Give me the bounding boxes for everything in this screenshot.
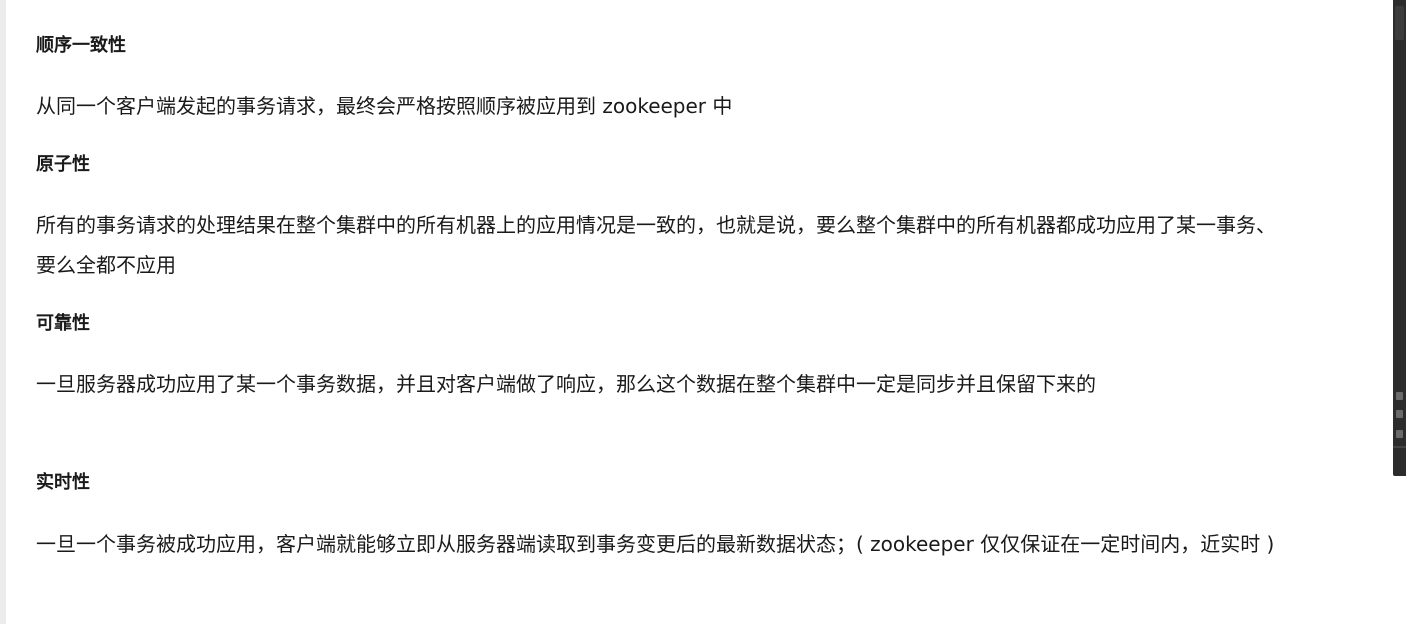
paragraph-line: 从同一个客户端发起的事务请求，最终会严格按照顺序被应用到 zookeeper 中 [36, 94, 733, 118]
section-body-atomicity: 所有的事务请求的处理结果在整个集群中的所有机器上的应用情况是一致的，也就是说，要… [36, 205, 1386, 285]
section-heading-sequential-consistency: 顺序一致性 [36, 35, 126, 56]
side-panel-strip[interactable] [1393, 0, 1406, 476]
document-body: 顺序一致性 从同一个客户端发起的事务请求，最终会严格按照顺序被应用到 zooke… [36, 0, 1386, 624]
section-body-sequential-consistency: 从同一个客户端发起的事务请求，最终会严格按照顺序被应用到 zookeeper 中 [36, 86, 1386, 126]
paragraph-line: 一旦一个事务被成功应用，客户端就能够立即从服务器端读取到事务变更后的最新数据状态… [36, 532, 1275, 556]
paragraph-line: 一旦服务器成功应用了某一个事务数据，并且对客户端做了响应，那么这个数据在整个集群… [36, 372, 1096, 396]
panel-marker-icon [1396, 392, 1403, 400]
section-heading-real-time: 实时性 [36, 472, 90, 493]
scrollbar-thumb[interactable] [1395, 6, 1404, 40]
panel-divider [1393, 446, 1406, 448]
paragraph-line: 要么全都不应用 [36, 253, 176, 277]
page-left-edge [0, 0, 6, 624]
panel-marker-icon [1396, 410, 1403, 418]
section-heading-atomicity: 原子性 [36, 154, 90, 175]
section-body-reliability: 一旦服务器成功应用了某一个事务数据，并且对客户端做了响应，那么这个数据在整个集群… [36, 364, 1386, 404]
paragraph-line: 所有的事务请求的处理结果在整个集群中的所有机器上的应用情况是一致的，也就是说，要… [36, 213, 1276, 237]
section-heading-reliability: 可靠性 [36, 313, 90, 334]
panel-marker-icon [1396, 430, 1403, 438]
section-body-real-time: 一旦一个事务被成功应用，客户端就能够立即从服务器端读取到事务变更后的最新数据状态… [36, 524, 1386, 564]
